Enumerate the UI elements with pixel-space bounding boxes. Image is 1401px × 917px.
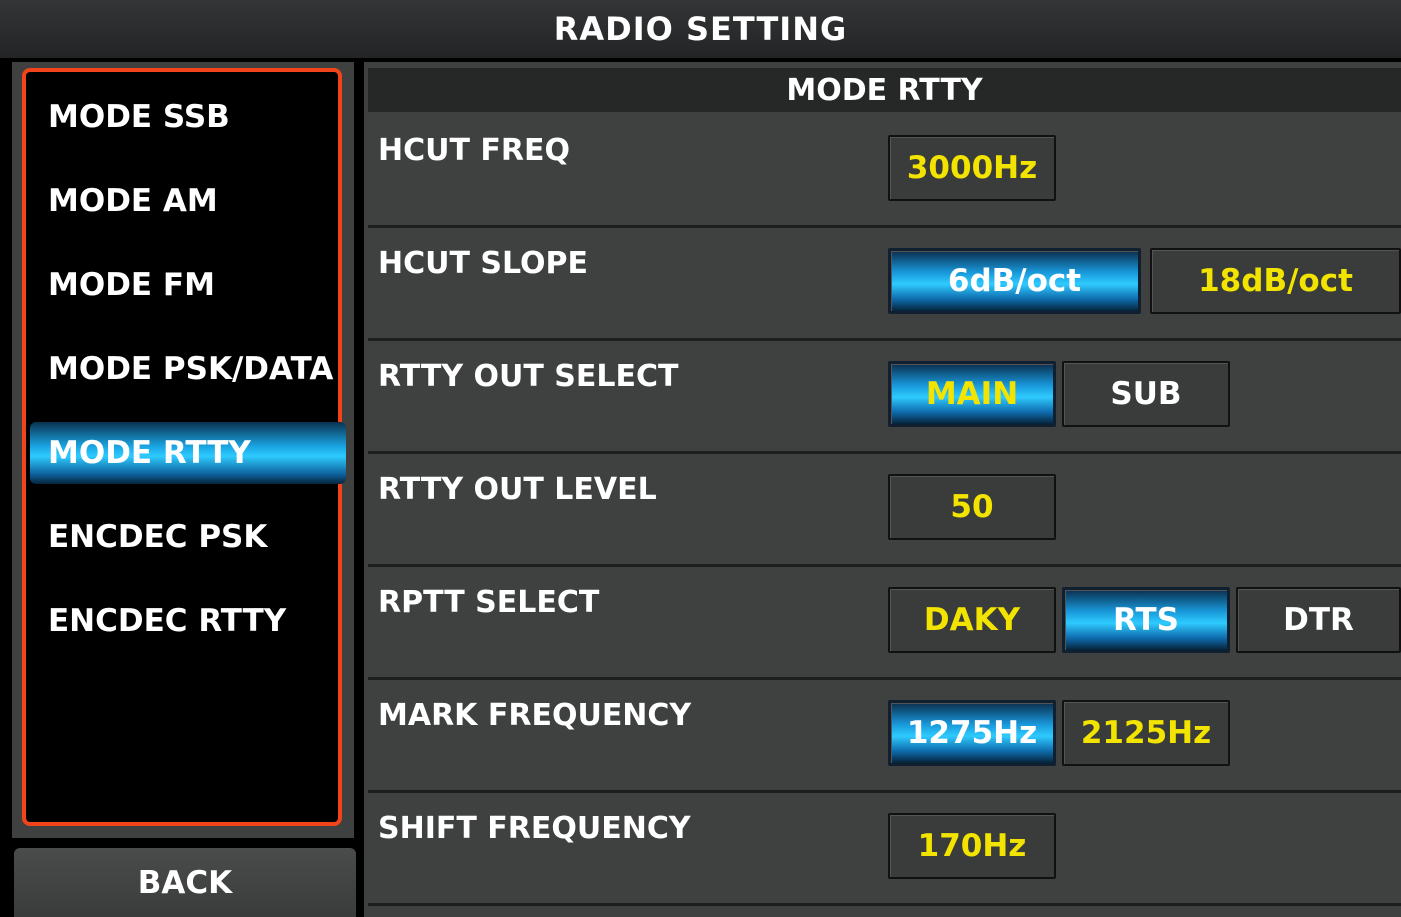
menu-item-encdec-psk[interactable]: ENCDEC PSK — [38, 506, 338, 568]
section-title: MODE RTTY — [368, 68, 1401, 112]
setting-label: RTTY OUT LEVEL — [378, 472, 657, 507]
rtty-out-main-button[interactable]: MAIN — [888, 361, 1056, 427]
menu-item-mode-rtty[interactable]: MODE RTTY — [30, 422, 346, 484]
mark-freq-1275-button[interactable]: 1275Hz — [888, 700, 1056, 766]
menu-item-mode-am[interactable]: MODE AM — [38, 170, 338, 232]
setting-label: HCUT SLOPE — [378, 246, 589, 281]
back-button[interactable]: BACK — [14, 848, 356, 917]
rptt-rts-button[interactable]: RTS — [1062, 587, 1230, 653]
setting-label: RPTT SELECT — [378, 585, 600, 620]
setting-row-shift-frequency: SHIFT FREQUENCY 170Hz — [368, 793, 1401, 906]
setting-label: SHIFT FREQUENCY — [378, 811, 691, 846]
hcut-freq-value[interactable]: 3000Hz — [888, 135, 1056, 201]
setting-row-rtty-out-select: RTTY OUT SELECT MAIN SUB — [368, 341, 1401, 454]
setting-row-mark-frequency: MARK FREQUENCY 1275Hz 2125Hz — [368, 680, 1401, 793]
hcut-slope-6db-button[interactable]: 6dB/oct — [888, 248, 1141, 314]
mark-freq-2125-button[interactable]: 2125Hz — [1062, 700, 1230, 766]
shift-freq-value[interactable]: 170Hz — [888, 813, 1056, 879]
setting-label: RTTY OUT SELECT — [378, 359, 679, 394]
setting-row-hcut-freq: HCUT FREQ 3000Hz — [368, 115, 1401, 228]
settings-menu: MODE SSB MODE AM MODE FM MODE PSK/DATA M… — [22, 68, 346, 826]
rtty-out-sub-button[interactable]: SUB — [1062, 361, 1230, 427]
setting-row-rptt-select: RPTT SELECT DAKY RTS DTR — [368, 567, 1401, 680]
menu-item-mode-ssb[interactable]: MODE SSB — [38, 86, 338, 148]
menu-item-mode-fm[interactable]: MODE FM — [38, 254, 338, 316]
rptt-dtr-button[interactable]: DTR — [1236, 587, 1401, 653]
rtty-out-level-value[interactable]: 50 — [888, 474, 1056, 540]
rptt-daky-button[interactable]: DAKY — [888, 587, 1056, 653]
setting-row-rtty-out-level: RTTY OUT LEVEL 50 — [368, 454, 1401, 567]
setting-label: MARK FREQUENCY — [378, 698, 692, 733]
hcut-slope-18db-button[interactable]: 18dB/oct — [1150, 248, 1401, 314]
menu-item-encdec-rtty[interactable]: ENCDEC RTTY — [38, 590, 338, 652]
menu-item-mode-psk-data[interactable]: MODE PSK/DATA — [38, 338, 338, 400]
setting-row-hcut-slope: HCUT SLOPE 6dB/oct 18dB/oct — [368, 228, 1401, 341]
window-title: RADIO SETTING — [0, 0, 1401, 61]
setting-label: HCUT FREQ — [378, 133, 570, 168]
